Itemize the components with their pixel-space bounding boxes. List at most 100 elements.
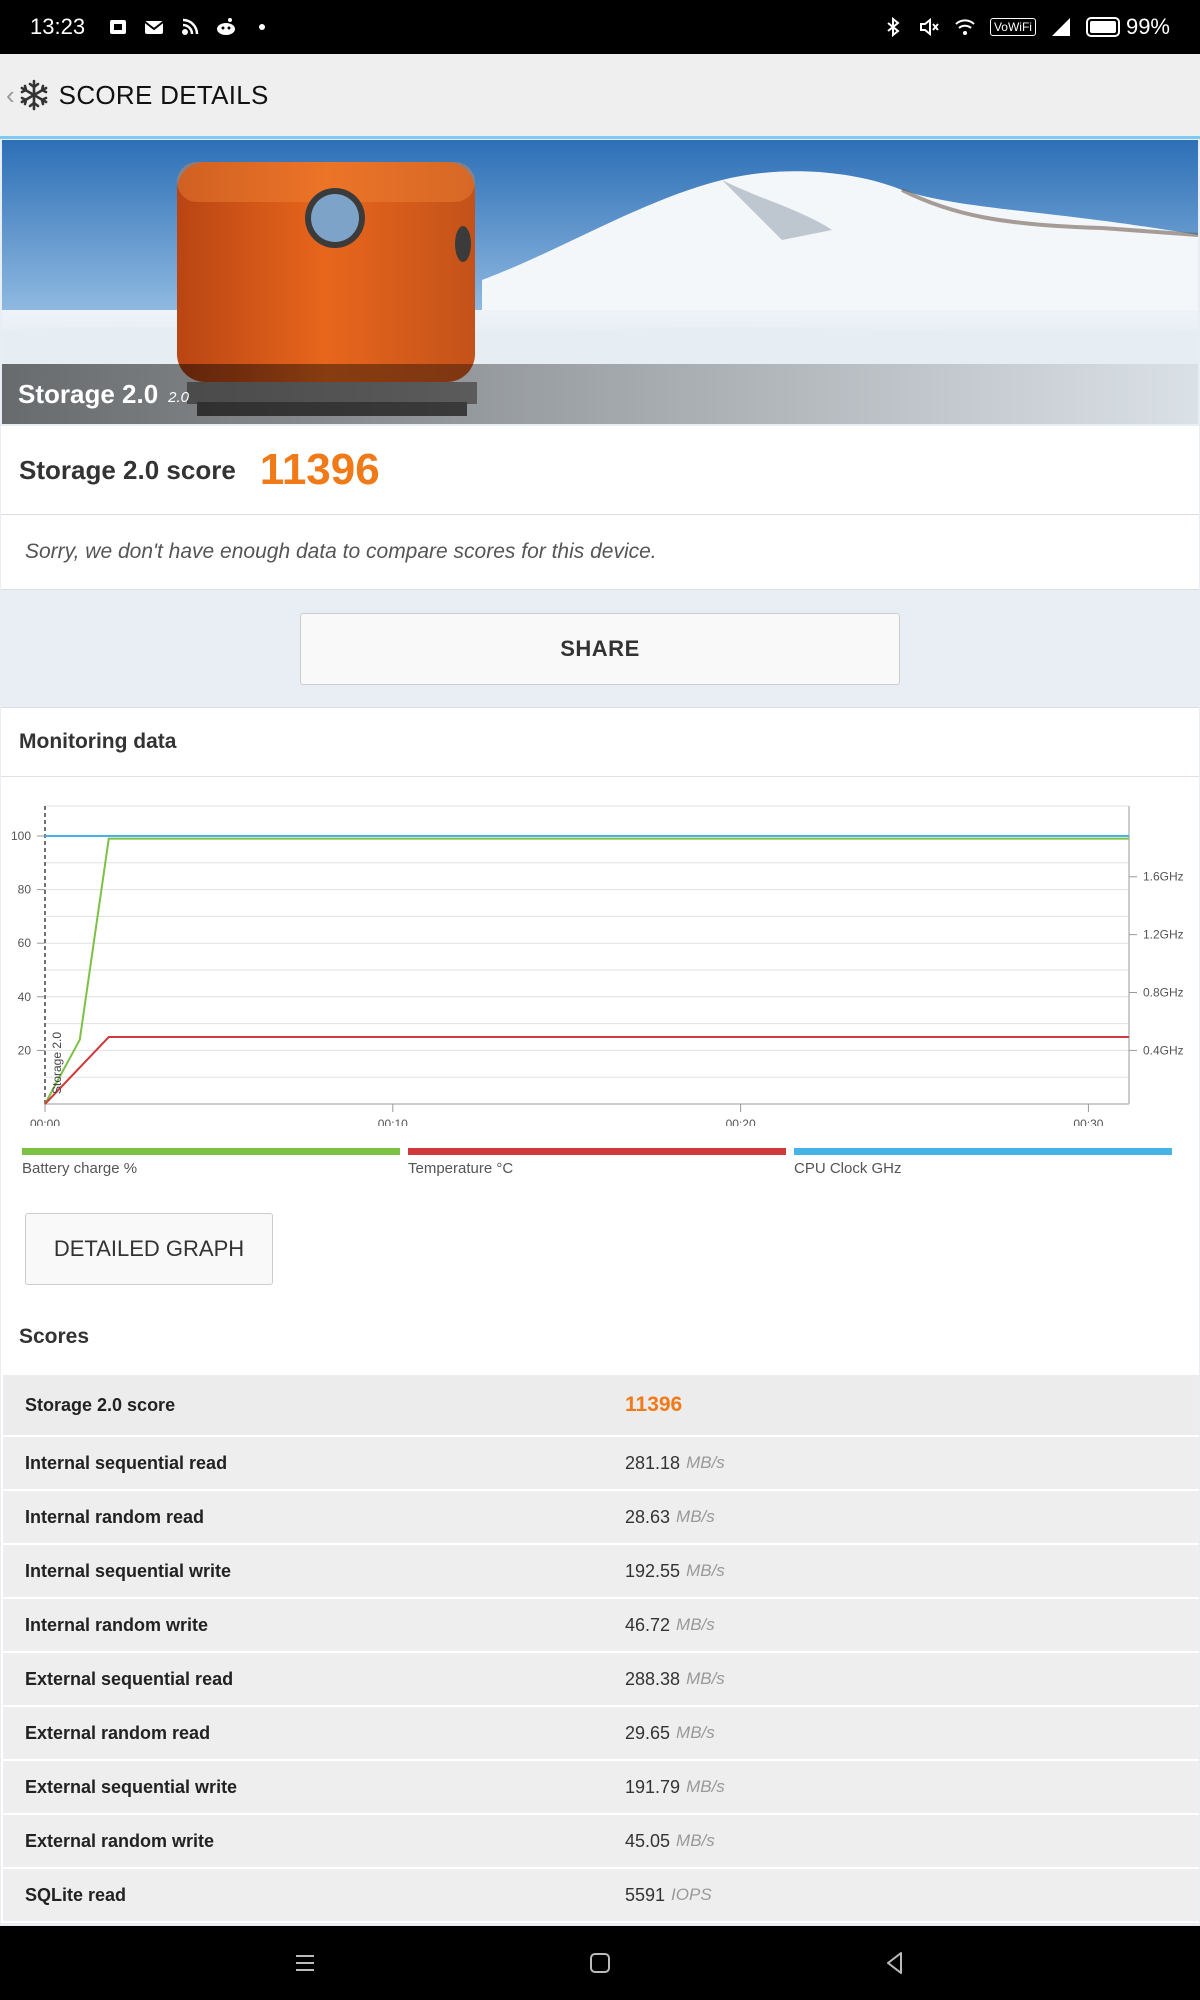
score-value: 11396 — [259, 445, 380, 494]
legend-swatch — [22, 1148, 400, 1155]
share-button[interactable]: SHARE — [300, 613, 900, 685]
score-row-unit: MB/s — [676, 1723, 715, 1742]
divider — [1, 776, 1199, 777]
legend-cpu-clock: CPU Clock GHz — [794, 1148, 1172, 1177]
y2-tick-label: 0.8GHz — [1143, 986, 1184, 1000]
y-tick-label: 20 — [18, 1043, 32, 1057]
chart-annotation: Storage 2.0 — [50, 1032, 64, 1094]
reddit-icon — [215, 16, 237, 38]
chart-legend: Battery charge % Temperature °C CPU Cloc… — [1, 1148, 1199, 1188]
score-row-unit: IOPS — [671, 1885, 712, 1904]
score-row-label: SQLite read — [25, 1884, 127, 1905]
score-summary: Storage 2.0 score 11396 — [1, 426, 1199, 515]
legend-swatch — [794, 1148, 1172, 1155]
score-row-value: 192.55 — [625, 1560, 681, 1581]
notification-icon — [107, 16, 129, 38]
monitoring-title: Monitoring data — [19, 730, 177, 753]
detailed-graph-button[interactable]: DETAILED GRAPH — [25, 1213, 273, 1285]
hero-title: Storage 2.0 — [18, 378, 159, 409]
table-row: Storage 2.0 score 11396 — [3, 1373, 1199, 1435]
page-title: SCORE DETAILS — [58, 79, 269, 110]
status-bar: 13:23 VoWiFi 99% — [0, 0, 1200, 54]
table-row: External sequential read 288.38 MB/s — [3, 1651, 1199, 1705]
score-row-label: Storage 2.0 score — [25, 1394, 176, 1415]
score-row-value: 45.05 — [625, 1830, 671, 1851]
app-bar: ‹ SCORE DETAILS — [0, 54, 1200, 139]
table-row: External sequential write 191.79 MB/s — [3, 1759, 1199, 1813]
chart-svg: 20 40 60 80 100 0.4GHz 0.8GHz 1.2GHz 1.6GHz 00:00… — [11, 805, 1184, 1131]
score-row-value: 11396 — [625, 1393, 683, 1416]
battery-indicator: 99% — [1085, 14, 1170, 40]
score-row-value: 28.63 — [625, 1506, 671, 1527]
hero-banner: Storage 2.0 2.0 — [2, 140, 1198, 424]
score-row-unit: MB/s — [676, 1615, 715, 1634]
x-tick-label: 00:20 — [726, 1117, 756, 1126]
legend-battery: Battery charge % — [22, 1148, 400, 1177]
legend-temperature: Temperature °C — [408, 1148, 786, 1177]
y-tick-label: 40 — [18, 990, 32, 1004]
signal-icon — [1050, 16, 1072, 38]
hero-caption: Storage 2.0 2.0 — [2, 364, 1198, 424]
hero-version: 2.0 — [168, 388, 190, 406]
score-row-value: 5591 — [625, 1884, 666, 1905]
monitoring-card: Monitoring data 20 40 60 80 100 0.4GHz 0.8GHz 1… — [1, 707, 1199, 1923]
x-tick-label: 00:00 — [30, 1117, 60, 1126]
chevron-left-icon[interactable]: ‹ — [6, 80, 15, 111]
table-row: Internal sequential write 192.55 MB/s — [3, 1543, 1199, 1597]
vowifi-badge: VoWiFi — [989, 18, 1036, 36]
score-row-unit: MB/s — [686, 1561, 725, 1580]
score-row-value: 191.79 — [625, 1776, 681, 1797]
back-icon[interactable] — [880, 1948, 910, 1978]
score-row-label: External sequential read — [25, 1668, 234, 1689]
score-row-label: Internal random read — [25, 1506, 205, 1527]
x-tick-label: 00:30 — [1073, 1117, 1103, 1126]
y-tick-label: 100 — [11, 829, 31, 843]
y2-tick-label: 0.4GHz — [1143, 1043, 1184, 1057]
battery-percent: 99% — [1125, 14, 1170, 39]
score-row-label: External random write — [25, 1830, 215, 1851]
battery-fill — [1089, 21, 1116, 33]
y2-tick-label: 1.6GHz — [1143, 870, 1184, 884]
dot-icon — [251, 16, 273, 38]
notice-text: Sorry, we don't have enough data to comp… — [25, 540, 657, 563]
table-row: Internal sequential read 281.18 MB/s — [3, 1435, 1199, 1489]
series-line — [44, 1036, 1129, 1105]
mute-icon — [918, 16, 940, 38]
y-tick-label: 60 — [18, 936, 32, 950]
system-icons: VoWiFi 99% — [882, 14, 1170, 40]
snowflake-icon — [20, 79, 48, 111]
score-row-unit: MB/s — [676, 1831, 715, 1850]
home-icon[interactable] — [585, 1948, 615, 1978]
menu-icon[interactable] — [290, 1948, 320, 1978]
score-row-unit: MB/s — [686, 1453, 725, 1472]
table-row: Internal random read 28.63 MB/s — [3, 1489, 1199, 1543]
monitoring-chart: 20 40 60 80 100 0.4GHz 0.8GHz 1.2GHz 1.6GHz 00:00… — [1, 786, 1199, 1131]
y2-tick-label: 1.2GHz — [1143, 928, 1184, 942]
status-time: 13:23 — [30, 14, 86, 39]
scores-title: Scores — [19, 1325, 90, 1348]
score-row-label: Internal random write — [25, 1614, 209, 1635]
score-row-label: External random read — [25, 1722, 211, 1743]
score-row-unit: MB/s — [686, 1777, 725, 1796]
wifi-icon — [954, 16, 976, 38]
y-tick-label: 80 — [18, 883, 32, 897]
legend-swatch — [408, 1148, 786, 1155]
score-row-value: 281.18 — [625, 1452, 681, 1473]
x-tick-label: 00:10 — [378, 1117, 408, 1126]
table-row: External random read 29.65 MB/s — [3, 1705, 1199, 1759]
score-row-label: Internal sequential write — [25, 1560, 232, 1581]
battery-icon — [1085, 17, 1120, 37]
score-row-value: 29.65 — [625, 1722, 671, 1743]
navigation-bar — [0, 1926, 1200, 2000]
score-row-value: 46.72 — [625, 1614, 671, 1635]
score-row-label: External sequential write — [25, 1776, 238, 1797]
mail-icon — [143, 16, 165, 38]
legend-label: Temperature °C — [408, 1160, 514, 1177]
notification-icons — [107, 16, 273, 38]
table-row: SQLite read 5591 IOPS — [3, 1867, 1199, 1921]
series-line — [44, 837, 1129, 1105]
legend-label: CPU Clock GHz — [794, 1160, 902, 1177]
score-row-unit: MB/s — [676, 1507, 715, 1526]
score-row-label: Internal sequential read — [25, 1452, 228, 1473]
score-row-unit: MB/s — [686, 1669, 725, 1688]
